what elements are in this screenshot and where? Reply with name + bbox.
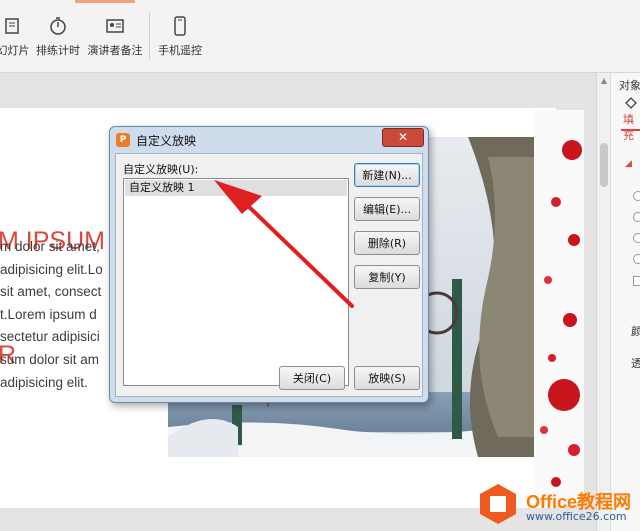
dialog-body: 自定义放映(U): 自定义放映 1 新建(N)... 编辑(E)... 删除(R… <box>115 153 423 397</box>
site-watermark: Office教程网 www.office26.com <box>468 478 640 531</box>
new-button[interactable]: 新建(N)... <box>354 163 420 187</box>
color-label: 颜 <box>631 325 640 338</box>
copy-button[interactable]: 复制(Y) <box>354 265 420 289</box>
tab-fill-underline <box>621 129 640 131</box>
list-item[interactable]: 自定义放映 1 <box>125 180 347 196</box>
fill-option-checkbox[interactable] <box>633 276 640 286</box>
ribbon-accent <box>75 0 135 3</box>
presenter-notes-icon <box>106 19 124 33</box>
phone-remote-icon <box>174 16 186 36</box>
edit-button[interactable]: 编辑(E)... <box>354 197 420 221</box>
fill-option-radio-1[interactable] <box>633 191 640 201</box>
close-button[interactable]: 关闭(C) <box>279 366 345 390</box>
object-properties-pane: 对象 填充 ◢ 颜 透 <box>610 73 640 531</box>
phone-remote-label: 手机遥控 <box>158 44 202 57</box>
rehearse-timing-button[interactable]: 排练计时 <box>35 10 81 64</box>
stopwatch-icon <box>50 17 66 35</box>
custom-show-listbox[interactable]: 自定义放映 1 <box>123 178 349 386</box>
fill-option-radio-2[interactable] <box>633 212 640 222</box>
dialog-title: 自定义放映 <box>136 134 197 148</box>
section-expand-icon[interactable]: ◢ <box>625 159 632 169</box>
transparency-label: 透 <box>631 357 640 370</box>
phone-remote-button[interactable]: 手机遥控 <box>156 10 204 64</box>
scrollbar-thumb[interactable] <box>600 143 608 187</box>
watermark-url: www.office26.com <box>526 510 627 523</box>
delete-button[interactable]: 删除(R) <box>354 231 420 255</box>
custom-show-dialog: P 自定义放映 ✕ 自定义放映(U): 自定义放映 1 新建(N)... 编辑(… <box>109 126 429 403</box>
dialog-close-button[interactable]: ✕ <box>382 128 424 147</box>
slideshow-label: 幻灯片 <box>0 44 30 57</box>
vertical-scrollbar[interactable]: ▲ <box>596 73 611 531</box>
fill-option-radio-3[interactable] <box>633 233 640 243</box>
slides-icon <box>5 18 19 34</box>
slideshow-button[interactable]: 幻灯片 <box>0 10 34 64</box>
presenter-notes-label: 演讲者备注 <box>87 44 143 57</box>
rehearse-timing-label: 排练计时 <box>36 44 80 57</box>
scroll-up-icon[interactable]: ▲ <box>599 76 609 86</box>
fill-bucket-icon[interactable] <box>623 97 637 111</box>
slide-body-text[interactable]: m dolor sit amet, adipisicing elit.Lo si… <box>0 236 103 394</box>
pane-title: 对象 <box>619 79 640 92</box>
fill-option-radio-4[interactable] <box>633 254 640 264</box>
toolbar-separator <box>149 12 150 60</box>
rose-decoration <box>534 110 584 505</box>
presenter-notes-button[interactable]: 演讲者备注 <box>85 10 145 64</box>
ribbon-toolbar: 幻灯片 排练计时 演讲者备注 手机遥控 <box>0 0 640 73</box>
custom-show-list-label: 自定义放映(U): <box>123 163 199 176</box>
app-logo-icon: P <box>116 133 130 147</box>
tab-fill[interactable]: 填充 <box>623 111 640 143</box>
show-button[interactable]: 放映(S) <box>354 366 420 390</box>
office-logo-icon <box>480 484 516 524</box>
